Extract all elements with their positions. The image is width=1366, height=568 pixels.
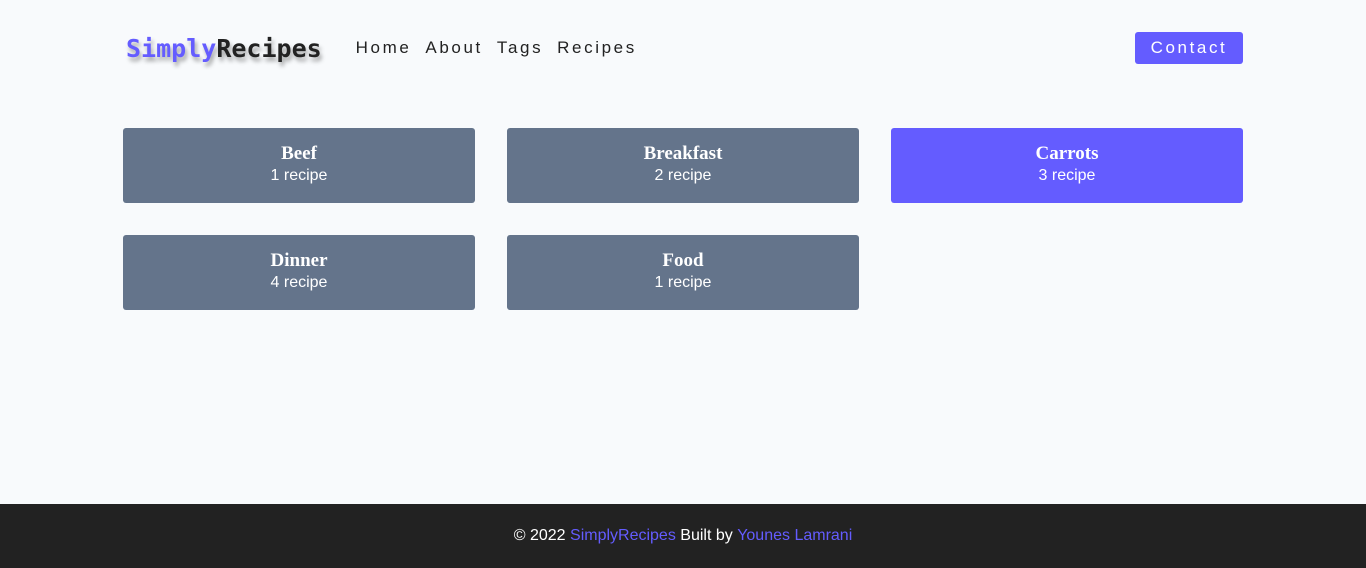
- footer-copyright: © 2022: [513, 527, 566, 544]
- logo-part-simply: Simply: [126, 33, 217, 63]
- tag-card-breakfast[interactable]: Breakfast 2 recipe: [507, 128, 859, 203]
- tag-card-food[interactable]: Food 1 recipe: [507, 235, 859, 310]
- tag-count: 3 recipe: [1038, 166, 1096, 184]
- tags-grid: Beef 1 recipe Breakfast 2 recipe Carrots…: [123, 128, 1243, 310]
- footer-built-by: Built by: [680, 527, 733, 544]
- footer: © 2022 SimplyRecipes Built by Younes Lam…: [0, 504, 1366, 568]
- navbar: SimplyRecipes Home About Tags Recipes Co…: [123, 28, 1243, 68]
- tag-name: Carrots: [1035, 142, 1099, 164]
- tag-count: 1 recipe: [270, 166, 328, 184]
- tag-card-dinner[interactable]: Dinner 4 recipe: [123, 235, 475, 310]
- tag-count: 2 recipe: [654, 166, 712, 184]
- footer-site-link[interactable]: SimplyRecipes: [570, 527, 676, 545]
- tag-count: 1 recipe: [654, 273, 712, 291]
- nav-link-recipes[interactable]: Recipes: [557, 38, 637, 58]
- nav-links: Home About Tags Recipes: [356, 38, 651, 58]
- nav-link-about[interactable]: About: [425, 38, 482, 58]
- tag-name: Food: [662, 249, 704, 271]
- tag-name: Beef: [281, 142, 317, 164]
- contact-button[interactable]: Contact: [1135, 32, 1243, 64]
- tag-name: Dinner: [270, 249, 328, 271]
- tag-count: 4 recipe: [270, 273, 328, 291]
- logo-part-recipes: Recipes: [216, 33, 322, 63]
- tag-card-carrots[interactable]: Carrots 3 recipe: [891, 128, 1243, 203]
- tag-card-beef[interactable]: Beef 1 recipe: [123, 128, 475, 203]
- nav-link-home[interactable]: Home: [356, 38, 412, 58]
- tag-name: Breakfast: [643, 142, 723, 164]
- footer-author-link[interactable]: Younes Lamrani: [737, 527, 852, 545]
- site-logo[interactable]: SimplyRecipes: [126, 34, 322, 63]
- nav-link-tags[interactable]: Tags: [497, 38, 543, 58]
